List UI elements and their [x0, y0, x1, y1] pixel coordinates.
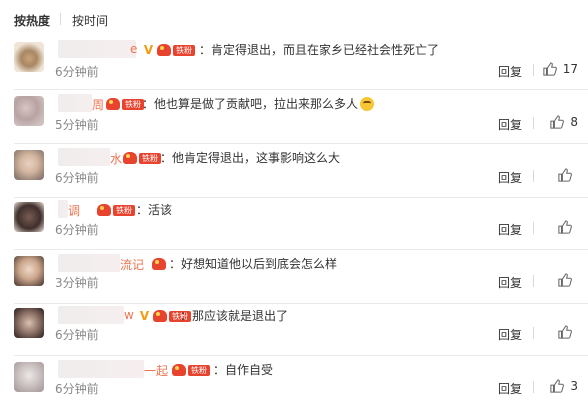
comment-text: ：自作自受: [213, 363, 274, 377]
heart-icon: [172, 364, 186, 376]
heart-icon: [152, 258, 166, 270]
comment-text: ：那应该就是退出了: [180, 309, 289, 323]
action-divider: [533, 222, 534, 234]
reply-button[interactable]: 回复: [498, 274, 522, 291]
comment-text: ：他也算是做了贡献吧，拉出来那么多人: [142, 95, 375, 112]
like-button[interactable]: [558, 220, 578, 234]
reply-button[interactable]: 回复: [498, 380, 522, 397]
like-button[interactable]: [558, 273, 578, 287]
username-mask: [58, 148, 110, 166]
comment-text: ：活该: [136, 203, 173, 217]
comment-item: e V 铁粉 ：肯定得退出，而且在家乡已经社会性死亡了 6分钟前 回复 17: [0, 36, 588, 90]
username[interactable]: 周: [92, 96, 104, 113]
action-divider: [533, 327, 534, 339]
thumbs-up-icon: [558, 220, 572, 234]
sort-by-hot-tab[interactable]: 按热度: [14, 12, 50, 29]
comment-item: 调 铁粉 ：活该 6分钟前 回复: [0, 196, 588, 250]
username[interactable]: 调: [68, 202, 80, 219]
thumbs-up-icon: [558, 325, 572, 339]
username-mask: [58, 94, 92, 112]
action-divider: [533, 381, 534, 393]
avatar[interactable]: [14, 150, 44, 180]
reply-button[interactable]: 回复: [498, 221, 522, 238]
action-divider: [533, 170, 534, 182]
fan-badge: 铁粉: [113, 204, 135, 216]
username[interactable]: 水: [110, 150, 122, 167]
heart-icon: [123, 152, 137, 164]
like-button[interactable]: 8: [550, 115, 578, 129]
badge-group: [152, 257, 166, 271]
username[interactable]: w: [124, 308, 134, 322]
username-mask: [58, 360, 144, 378]
avatar[interactable]: [14, 308, 44, 338]
username-mask: [58, 200, 68, 218]
username[interactable]: e: [130, 42, 137, 56]
like-count: 3: [570, 379, 578, 393]
avatar[interactable]: [14, 96, 44, 126]
username-mask: [58, 254, 120, 272]
thumbs-up-icon: [558, 168, 572, 182]
sort-by-time-tab[interactable]: 按时间: [72, 12, 108, 29]
comment-item: 流记 ：好想知道他以后到底会怎么样 3分钟前 回复: [0, 250, 588, 304]
like-count: 8: [570, 115, 578, 129]
like-count: 17: [562, 62, 578, 76]
fan-badge: 铁粉: [173, 44, 195, 56]
reply-button[interactable]: 回复: [498, 116, 522, 133]
action-divider: [533, 64, 534, 76]
username[interactable]: 流记: [120, 256, 144, 273]
action-divider: [533, 117, 534, 129]
username[interactable]: 一起: [144, 362, 168, 379]
thumbs-up-icon: [550, 115, 565, 129]
reply-button[interactable]: 回复: [498, 326, 522, 343]
comment-time: 3分钟前: [55, 276, 99, 290]
sort-bar: 按热度 按时间: [0, 0, 588, 36]
comment-text: ：肯定得退出，而且在家乡已经社会性死亡了: [199, 43, 440, 57]
action-divider: [533, 275, 534, 287]
badge-group: V 铁粉: [142, 43, 195, 57]
comment-item: 周 铁粉 ：他也算是做了贡献吧，拉出来那么多人 5分钟前 回复 8: [0, 90, 588, 144]
thumbs-up-icon: [543, 62, 557, 76]
avatar[interactable]: [14, 42, 44, 72]
fan-badge: 铁粉: [139, 152, 161, 164]
badge-group: 铁粉: [106, 97, 144, 111]
username-mask: [58, 40, 136, 58]
sort-divider: [60, 13, 61, 25]
heart-icon: [157, 44, 171, 56]
like-button[interactable]: [558, 168, 578, 182]
comment-time: 6分钟前: [55, 223, 99, 237]
heart-icon: [97, 204, 111, 216]
vip-icon: V: [139, 308, 150, 323]
vip-icon: V: [143, 42, 154, 57]
username-mask: [58, 306, 124, 324]
comment-time: 6分钟前: [55, 171, 99, 185]
comment-time: 6分钟前: [55, 382, 99, 396]
reply-button[interactable]: 回复: [498, 63, 522, 80]
badge-group: 铁粉: [97, 203, 135, 217]
heart-icon: [153, 310, 167, 322]
comment-text: ：他肯定得退出，这事影响这么大: [160, 151, 341, 165]
avatar[interactable]: [14, 362, 44, 392]
comment-time: 6分钟前: [55, 328, 99, 342]
like-button[interactable]: [558, 325, 578, 339]
like-button[interactable]: 3: [550, 379, 578, 393]
reply-button[interactable]: 回复: [498, 169, 522, 186]
fan-badge: 铁粉: [122, 98, 144, 110]
comment-time: 6分钟前: [55, 65, 99, 79]
comment-text: ：好想知道他以后到底会怎么样: [169, 257, 338, 271]
smile-emoji-icon: [360, 97, 375, 111]
thumbs-up-icon: [558, 273, 572, 287]
badge-group: 铁粉: [172, 363, 210, 377]
badge-group: 铁粉: [123, 151, 161, 165]
fan-badge: 铁粉: [188, 364, 210, 376]
avatar[interactable]: [14, 256, 44, 286]
comment-item: 一起 铁粉 ：自作自受 6分钟前 回复 3: [0, 356, 588, 410]
comment-item: w V 铁粉 ：那应该就是退出了 6分钟前 回复: [0, 302, 588, 356]
comment-item: 水 铁粉 ：他肯定得退出，这事影响这么大 6分钟前 回复: [0, 144, 588, 198]
heart-icon: [106, 98, 120, 110]
avatar[interactable]: [14, 202, 44, 232]
comment-time: 5分钟前: [55, 118, 99, 132]
thumbs-up-icon: [550, 379, 565, 393]
like-button[interactable]: 17: [543, 62, 578, 76]
